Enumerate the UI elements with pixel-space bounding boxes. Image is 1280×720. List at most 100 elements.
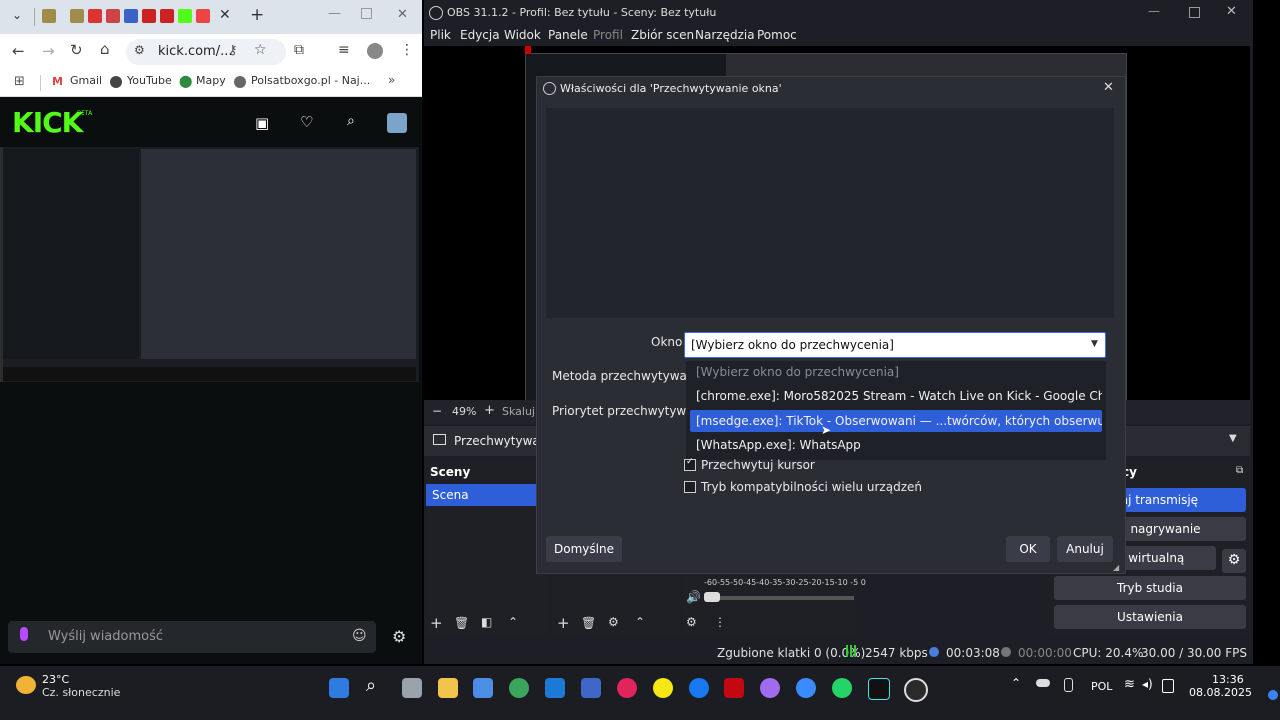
tray-expand-icon[interactable]: ⌃ xyxy=(1011,676,1021,690)
minimize-icon[interactable]: — xyxy=(328,6,341,21)
password-key-icon[interactable]: ⚷ xyxy=(228,43,238,58)
bookmark-maps[interactable]: Mapy xyxy=(196,74,226,87)
menu-zbior-scen[interactable]: Zbiór scen xyxy=(631,28,694,42)
obs-close-icon[interactable]: ✕ xyxy=(1226,4,1237,19)
weather-icon[interactable] xyxy=(16,676,36,694)
back-icon[interactable]: ← xyxy=(12,42,25,60)
site-info-icon[interactable]: ⚙ xyxy=(134,43,145,57)
remote-app-icon[interactable] xyxy=(581,678,601,698)
source-properties-icon[interactable]: ⚙ xyxy=(608,615,619,629)
zoom-out-button[interactable]: − xyxy=(432,404,442,418)
weather-temperature[interactable]: 23°C xyxy=(42,673,69,686)
maximize-icon[interactable] xyxy=(361,8,372,19)
more-bookmarks-icon[interactable]: » xyxy=(388,73,395,87)
tiktok-icon[interactable] xyxy=(868,678,890,700)
mixer-settings-icon[interactable]: ⚙ xyxy=(686,615,697,629)
taskbar-search-icon[interactable]: ⌕ xyxy=(366,675,376,696)
bookmark-gmail[interactable]: Gmail xyxy=(70,74,102,87)
remove-source-icon[interactable]: 🗑 xyxy=(581,616,596,630)
menu-kebab-icon[interactable]: ⋮ xyxy=(400,42,414,58)
messenger-icon[interactable] xyxy=(796,678,816,698)
tab-icon-5[interactable] xyxy=(124,9,138,23)
capture-cursor-checkbox[interactable]: ✓ xyxy=(684,457,696,471)
menu-panele[interactable]: Panele xyxy=(548,28,588,42)
reload-icon[interactable]: ↻ xyxy=(70,41,83,59)
address-bar[interactable]: ⚙ kick.com/... ⚷ ☆ xyxy=(126,39,286,65)
kick-logo[interactable]: KICK xyxy=(12,106,83,139)
close-window-icon[interactable]: ✕ xyxy=(397,7,408,22)
menu-edycja[interactable]: Edycja xyxy=(460,28,500,42)
user-avatar[interactable] xyxy=(387,113,407,133)
stream-video[interactable] xyxy=(0,147,419,382)
resize-grip-icon[interactable]: ◢ xyxy=(1113,563,1119,572)
ok-button[interactable]: OK xyxy=(1006,536,1050,562)
forward-icon[interactable]: → xyxy=(42,42,55,60)
mixer-volume-handle[interactable] xyxy=(704,592,720,602)
outlook-icon[interactable] xyxy=(545,678,565,698)
reading-list-icon[interactable]: ≡ xyxy=(338,42,350,58)
dialog-close-icon[interactable]: ✕ xyxy=(1103,80,1114,95)
okno-option-placeholder[interactable]: [Wybierz okno do przechwycenia] xyxy=(690,361,1102,383)
whatsapp-icon[interactable] xyxy=(832,678,852,698)
music-app-icon[interactable] xyxy=(617,678,637,698)
tab-icon-gmail[interactable] xyxy=(196,9,210,23)
new-tab-icon[interactable]: + xyxy=(250,5,264,25)
onedrive-icon[interactable] xyxy=(1036,679,1050,687)
tab-close-icon[interactable]: ✕ xyxy=(219,7,231,23)
menu-plik[interactable]: Plik xyxy=(430,28,451,42)
microphone-icon[interactable] xyxy=(20,627,28,641)
tab-icon-2[interactable] xyxy=(70,9,84,23)
source-dropdown-arrow-icon[interactable]: ▼ xyxy=(1229,433,1237,444)
menu-narzedzia[interactable]: Narzędzia xyxy=(695,28,755,42)
obs-taskbar-icon[interactable] xyxy=(904,678,928,702)
tab-icon-3[interactable] xyxy=(88,9,102,23)
language-indicator[interactable]: POL xyxy=(1091,680,1112,693)
copilot-icon[interactable] xyxy=(760,678,780,698)
home-icon[interactable]: ⌂ xyxy=(100,40,110,58)
cancel-button[interactable]: Anuluj xyxy=(1057,536,1113,562)
tab-icon-1[interactable] xyxy=(42,9,56,23)
volume-icon[interactable]: ◂) xyxy=(1142,677,1153,691)
studio-mode-button[interactable]: Tryb studia xyxy=(1054,576,1246,600)
mixer-volume-slider[interactable] xyxy=(704,596,854,600)
facebook-icon[interactable] xyxy=(689,678,709,698)
multi-adapter-checkbox[interactable] xyxy=(684,481,696,493)
virtual-camera-settings-icon[interactable]: ⚙ xyxy=(1222,549,1246,573)
mic-tray-icon[interactable] xyxy=(1064,678,1073,692)
snapchat-icon[interactable] xyxy=(653,678,673,698)
profile-avatar[interactable] xyxy=(367,43,383,59)
bookmark-polsat[interactable]: Polsatboxgo.pl - Naj... xyxy=(251,74,370,87)
wifi-icon[interactable]: ≋ xyxy=(1124,677,1135,692)
apps-grid-icon[interactable]: ⊞ xyxy=(14,74,25,89)
extensions-icon[interactable]: ⧉ xyxy=(294,42,304,58)
menu-widok[interactable]: Widok xyxy=(504,28,541,42)
tab-icon-6[interactable] xyxy=(142,9,156,23)
start-button-icon[interactable] xyxy=(329,678,349,698)
task-view-icon[interactable] xyxy=(402,678,422,698)
okno-select[interactable]: [Wybierz okno do przechwycenia] ▼ xyxy=(684,332,1106,358)
mixer-more-icon[interactable]: ⋮ xyxy=(714,615,726,629)
add-scene-icon[interactable]: + xyxy=(430,614,443,632)
clock-date[interactable]: 08.08.2025 xyxy=(1189,686,1252,699)
emoji-icon[interactable]: ☺ xyxy=(352,628,367,644)
remove-scene-icon[interactable]: 🗑 xyxy=(454,616,469,630)
menu-profil[interactable]: Profil xyxy=(593,28,623,42)
defaults-button[interactable]: Domyślne xyxy=(546,536,622,562)
okno-option-chrome[interactable]: [chrome.exe]: Moro582025 Stream - Watch … xyxy=(690,385,1102,407)
scene-item[interactable]: Scena xyxy=(426,484,548,506)
obs-minimize-icon[interactable]: — xyxy=(1148,4,1160,18)
chrome-icon[interactable] xyxy=(509,678,529,698)
tab-icon-4[interactable] xyxy=(106,9,120,23)
notification-badge[interactable] xyxy=(1268,690,1278,700)
heart-icon[interactable]: ♡ xyxy=(300,113,313,131)
bookmark-star-icon[interactable]: ☆ xyxy=(254,42,267,58)
scene-filters-icon[interactable]: ◧ xyxy=(481,615,492,629)
add-source-icon[interactable]: + xyxy=(557,614,570,632)
tab-icon-7[interactable] xyxy=(160,9,174,23)
menu-pomoc[interactable]: Pomoc xyxy=(757,28,797,42)
chat-input[interactable]: Wyślij wiadomość ☺ xyxy=(8,621,376,653)
file-explorer-icon[interactable] xyxy=(438,678,458,698)
clock-time[interactable]: 13:36 xyxy=(1212,673,1244,686)
tab-icon-kick[interactable] xyxy=(178,9,192,23)
zoom-in-button[interactable]: + xyxy=(484,403,495,418)
